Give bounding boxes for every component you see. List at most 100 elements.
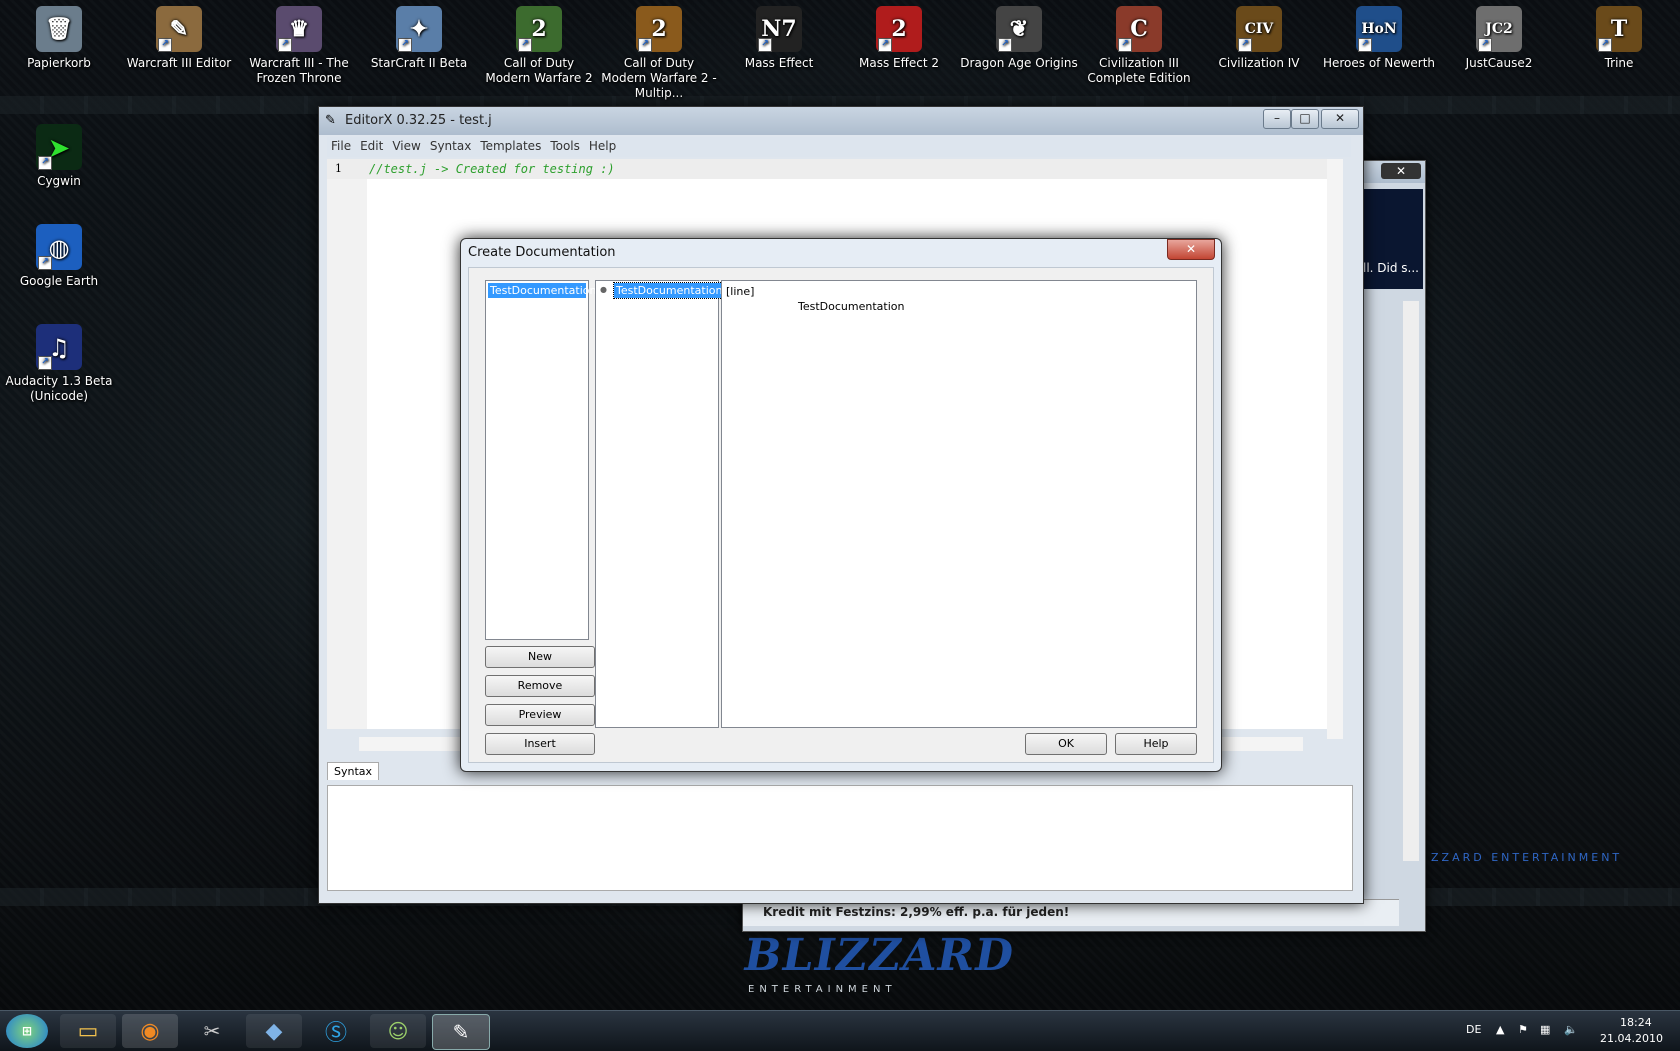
close-icon[interactable]: ✕	[1167, 239, 1215, 260]
desktop-icon[interactable]: ✎ ↗ Warcraft III Editor	[120, 0, 238, 71]
desktop-icon[interactable]: ♫ ↗ Audacity 1.3 Beta (Unicode)	[0, 318, 118, 404]
desktop-icon[interactable]: ❦ ↗ Dragon Age Origins	[960, 0, 1078, 71]
desktop-icon[interactable]: 2 ↗ Mass Effect 2	[840, 0, 958, 71]
network-app-icon[interactable]: ☺	[370, 1014, 426, 1048]
tree-view[interactable]: ● TestDocumentation	[595, 280, 726, 728]
menu-item-help[interactable]: Help	[585, 137, 621, 153]
desktop-icon-label: Audacity 1.3 Beta (Unicode)	[5, 374, 113, 403]
desktop-icon-label: Warcraft III Editor	[126, 56, 232, 70]
desktop-icon[interactable]: C ↗ Civilization III Complete Edition	[1080, 0, 1198, 86]
desktop-icon[interactable]: ♛ ↗ Warcraft III - The Frozen Throne	[240, 0, 358, 86]
create-documentation-dialog[interactable]: Create Documentation ✕ TestDocumentation…	[460, 238, 1222, 772]
desktop-icon-label: Civilization III Complete Edition	[1087, 56, 1191, 85]
shortcut-arrow-icon: ↗	[1478, 38, 1492, 52]
list-item[interactable]: TestDocumentation	[488, 283, 596, 298]
desktop-icon-label: Dragon Age Origins	[960, 56, 1078, 70]
shortcut-arrow-icon: ↗	[518, 38, 532, 52]
editorx-titlebar[interactable]: ✎ EditorX 0.32.25 - test.j – □ ✕	[319, 107, 1363, 135]
dialog-body: TestDocumentation New Remove Preview Ins…	[468, 267, 1214, 763]
desktop-icon[interactable]: T ↗ Trine	[1560, 0, 1678, 71]
back-window-scrollbar[interactable]	[1403, 301, 1419, 861]
shortcut-arrow-icon: ↗	[38, 156, 52, 170]
civ4-icon: CIV ↗	[1236, 6, 1282, 52]
desktop-icon[interactable]: 2 ↗ Call of Duty Modern Warfare 2 - Multip…	[600, 0, 718, 101]
desktop-icon[interactable]: JC2 ↗ JustCause2	[1440, 0, 1558, 71]
tree-item[interactable]: TestDocumentation	[612, 282, 726, 299]
skype-icon[interactable]: Ⓢ	[308, 1014, 364, 1048]
tab-syntax[interactable]: Syntax	[327, 762, 380, 780]
desktop-icon-label: Heroes of Newerth	[1322, 56, 1436, 70]
menu-item-tools[interactable]: Tools	[546, 137, 585, 153]
ok-button[interactable]: OK	[1025, 733, 1107, 755]
shortcut-arrow-icon: ↗	[638, 38, 652, 52]
menu-item-view[interactable]: View	[388, 137, 425, 153]
code-line[interactable]: //test.j -> Created for testing :)	[369, 162, 615, 176]
shortcut-arrow-icon: ↗	[1238, 38, 1252, 52]
shortcut-arrow-icon: ↗	[278, 38, 292, 52]
volume-icon[interactable]: 🔈	[1564, 1023, 1578, 1036]
desktop-icon[interactable]: 2 ↗ Call of Duty Modern Warfare 2	[480, 0, 598, 86]
shortcut-arrow-icon: ↗	[38, 356, 52, 370]
line-gutter	[327, 159, 367, 729]
dragon-age-icon: ❦ ↗	[996, 6, 1042, 52]
content-view[interactable]: [line] TestDocumentation	[721, 280, 1197, 728]
shortcut-arrow-icon: ↗	[398, 38, 412, 52]
remove-button[interactable]: Remove	[485, 675, 595, 697]
app-icon: ✎	[325, 113, 336, 128]
flag-icon[interactable]: ⚑	[1518, 1023, 1528, 1036]
clock-date[interactable]: 21.04.2010	[1600, 1032, 1663, 1045]
desktop-icon[interactable]: ◍ ↗ Google Earth	[0, 218, 118, 289]
vertical-scrollbar[interactable]	[1327, 159, 1343, 739]
maximize-icon[interactable]: □	[1291, 109, 1319, 129]
close-icon[interactable]: ✕	[1321, 109, 1359, 129]
network-icon[interactable]: ▦	[1540, 1023, 1550, 1036]
desktop-icon-label: Papierkorb	[27, 56, 91, 70]
syntax-pane[interactable]	[327, 785, 1353, 891]
just-cause-icon: JC2 ↗	[1476, 6, 1522, 52]
window-title: EditorX 0.32.25 - test.j	[345, 113, 492, 128]
start-orb[interactable]: ⊞	[6, 1014, 48, 1048]
desktop-icon[interactable]: ➤ ↗ Cygwin	[0, 118, 118, 189]
preview-button[interactable]: Preview	[485, 704, 595, 726]
desktop-icon[interactable]: N7 ↗ Mass Effect	[720, 0, 838, 71]
blizzard-logo: BLIZZARD	[739, 930, 1019, 981]
ad-text[interactable]: Kredit mit Festzins: 2,99% eff. p.a. für…	[763, 905, 1069, 919]
recycle-bin-icon: 🗑	[36, 6, 82, 52]
close-icon[interactable]: ✕	[1381, 163, 1421, 179]
editorx-icon[interactable]: ✎	[432, 1014, 490, 1050]
documentation-list[interactable]: TestDocumentation	[485, 280, 596, 640]
shortcut-arrow-icon: ↗	[1358, 38, 1372, 52]
menu-item-file[interactable]: File	[327, 137, 356, 153]
help-button[interactable]: Help	[1115, 733, 1197, 755]
insert-button[interactable]: Insert	[485, 733, 595, 755]
menu-item-templates[interactable]: Templates	[476, 137, 546, 153]
virtualbox-icon[interactable]: ◆	[246, 1014, 302, 1048]
gimp-icon[interactable]: ✂	[184, 1014, 240, 1048]
minimize-icon[interactable]: –	[1263, 109, 1291, 129]
firefox-icon[interactable]: ◉	[122, 1014, 178, 1048]
shortcut-arrow-icon: ↗	[878, 38, 892, 52]
menu-item-edit[interactable]: Edit	[356, 137, 388, 153]
shortcut-arrow-icon: ↗	[38, 256, 52, 270]
menu-item-syntax[interactable]: Syntax	[426, 137, 476, 153]
shortcut-arrow-icon: ↗	[1118, 38, 1132, 52]
desktop-icon[interactable]: 🗑 Papierkorb	[0, 0, 118, 71]
mass-effect-2-icon: 2 ↗	[876, 6, 922, 52]
content-tag: [line]	[726, 285, 755, 298]
tray-arrow-icon[interactable]: ▲	[1496, 1023, 1504, 1036]
desktop-icon-label: Warcraft III - The Frozen Throne	[249, 56, 349, 85]
explorer-icon[interactable]: ▭	[60, 1014, 116, 1048]
desktop-icon[interactable]: CIV ↗ Civilization IV	[1200, 0, 1318, 71]
desktop-icon-label: Mass Effect 2	[858, 56, 939, 70]
language-indicator[interactable]: DE	[1466, 1023, 1481, 1036]
starcraft-icon: ✦ ↗	[396, 6, 442, 52]
desktop-icon-label: Civilization IV	[1218, 56, 1300, 70]
desktop-icon[interactable]: HoN ↗ Heroes of Newerth	[1320, 0, 1438, 71]
new-button[interactable]: New	[485, 646, 595, 668]
desktop-icon-label: Trine	[1604, 56, 1634, 70]
desktop-icon[interactable]: ✦ ↗ StarCraft II Beta	[360, 0, 478, 71]
clock-time[interactable]: 18:24	[1620, 1016, 1652, 1029]
shortcut-arrow-icon: ↗	[1598, 38, 1612, 52]
google-earth-icon: ◍ ↗	[36, 224, 82, 270]
back-window-brand: ZZARD ENTERTAINMENT	[1431, 851, 1623, 864]
